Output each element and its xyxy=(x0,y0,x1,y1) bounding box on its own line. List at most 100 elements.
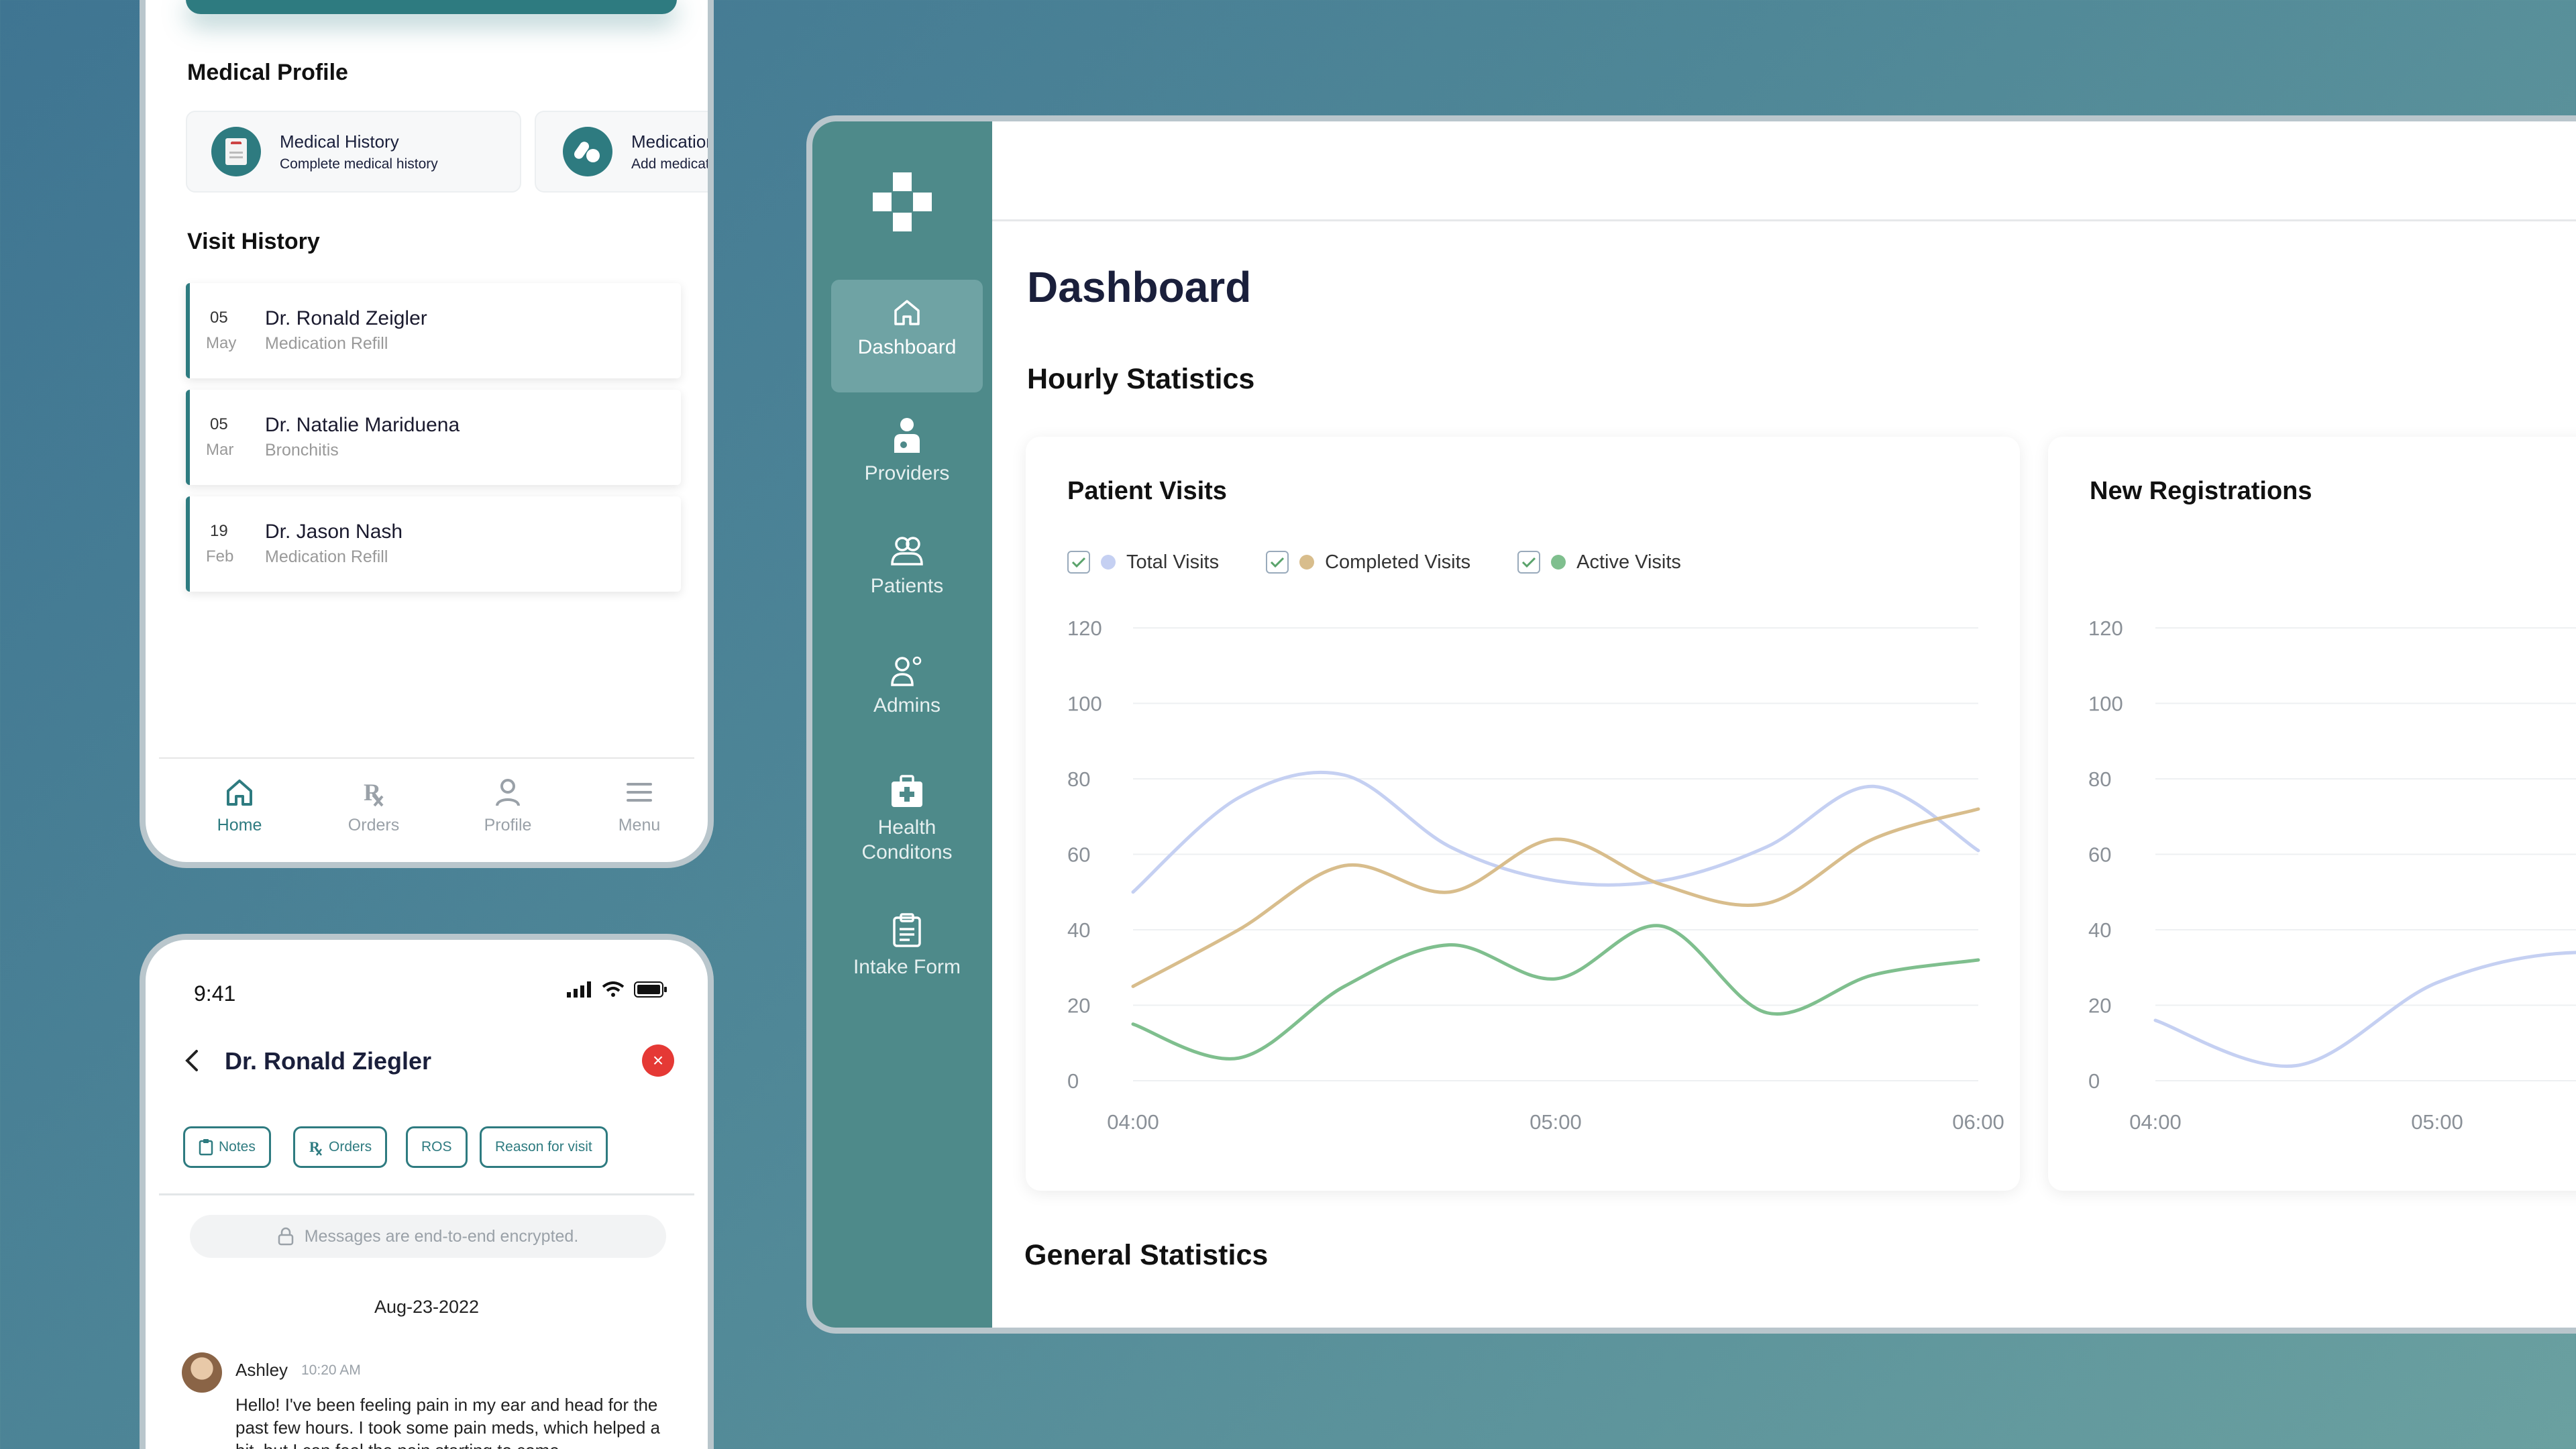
series-line xyxy=(2153,951,2576,1068)
chip-notes[interactable]: Notes xyxy=(183,1126,271,1168)
chart-title: Patient Visits xyxy=(1067,477,1227,505)
sidebar-item-health-conditions[interactable]: Health Conditons xyxy=(831,757,983,885)
chart-title: New Registrations xyxy=(2090,477,2312,505)
x-tick-label: 05:00 xyxy=(1529,1110,1582,1134)
medical-history-card[interactable]: Medical History Complete medical history xyxy=(186,111,521,193)
checkbox[interactable] xyxy=(1067,551,1090,574)
status-time: 9:41 xyxy=(194,981,236,1006)
nav-profile[interactable]: Profile xyxy=(454,777,561,835)
y-tick-label: 20 xyxy=(1067,994,1090,1018)
rx-icon: R xyxy=(309,1138,322,1156)
chip-label: Orders xyxy=(329,1139,372,1155)
legend-completed-visits[interactable]: Completed Visits xyxy=(1266,551,1470,574)
sidebar-item-intake-form[interactable]: Intake Form xyxy=(831,896,983,1008)
sidebar-item-label: Dashboard xyxy=(857,336,957,358)
y-tick-label: 40 xyxy=(2088,918,2111,942)
sidebar-item-label: Patients xyxy=(870,575,944,597)
series-line xyxy=(1131,807,1980,988)
new-registrations-panel: 02040608010012004:0005:0006:00 New Regis… xyxy=(2048,437,2576,1191)
x-tick-label: 04:00 xyxy=(2129,1110,2182,1134)
y-tick-label: 40 xyxy=(1067,918,1090,942)
series-line xyxy=(1131,770,1980,894)
y-tick-label: 0 xyxy=(1067,1069,1079,1093)
legend-label: Active Visits xyxy=(1576,551,1681,573)
chip-reason-for-visit[interactable]: Reason for visit xyxy=(480,1126,608,1168)
visit-day: 05 xyxy=(210,309,228,327)
x-tick-label: 05:00 xyxy=(2411,1110,2463,1134)
avatar xyxy=(182,1352,222,1393)
nav-label: Profile xyxy=(484,816,532,835)
back-button[interactable] xyxy=(182,1047,202,1077)
nav-divider xyxy=(159,757,694,759)
hourly-statistics-heading: Hourly Statistics xyxy=(1027,363,1255,395)
chevron-left-icon xyxy=(185,1050,198,1071)
visit-card[interactable]: 19 Feb Dr. Jason Nash Medication Refill xyxy=(186,496,681,592)
chip-orders[interactable]: R Orders xyxy=(293,1126,388,1168)
sidebar-item-providers[interactable]: Providers xyxy=(831,399,983,512)
y-tick-label: 60 xyxy=(2088,843,2111,867)
nav-menu[interactable]: Menu xyxy=(586,777,693,835)
visit-card[interactable]: 05 May Dr. Ronald Zeigler Medication Ref… xyxy=(186,283,681,378)
legend-dot xyxy=(1551,555,1566,570)
doctor-icon xyxy=(894,418,920,453)
chip-label: Notes xyxy=(219,1139,256,1155)
nav-home[interactable]: Home xyxy=(186,777,293,835)
card-subtitle: Add medication xyxy=(631,156,713,172)
nav-orders[interactable]: R Orders xyxy=(320,777,427,835)
patient-visits-panel: 0 20 40 60 80 100 120 04:00 05:00 06:00 Patient V… xyxy=(1026,437,2020,1191)
visit-card[interactable]: 05 Mar Dr. Natalie Mariduena Bronchitis xyxy=(186,390,681,485)
y-tick-label: 120 xyxy=(1067,616,1102,640)
checkbox[interactable] xyxy=(1266,551,1289,574)
legend-total-visits[interactable]: Total Visits xyxy=(1067,551,1219,574)
divider xyxy=(159,1193,694,1195)
visit-month: Mar xyxy=(206,441,234,459)
sidebar-item-label: Health Conditons xyxy=(861,816,953,863)
y-tick-label: 120 xyxy=(2088,616,2123,640)
nav-label: Orders xyxy=(347,816,400,835)
encryption-notice: Messages are end-to-end encrypted. xyxy=(190,1215,666,1258)
check-icon xyxy=(1271,557,1285,568)
pills-icon xyxy=(563,127,612,176)
wifi-icon xyxy=(602,981,625,997)
chip-ros[interactable]: ROS xyxy=(406,1126,468,1168)
message-text: Hello! I've been feeling pain in my ear … xyxy=(235,1395,661,1449)
visit-reason: Bronchitis xyxy=(265,441,339,460)
y-tick-label: 100 xyxy=(2088,692,2123,716)
chart-legend: Total Visits Completed Visits Active Vis… xyxy=(1067,551,1681,574)
medkit-icon xyxy=(892,775,922,807)
y-tick-label: 20 xyxy=(2088,994,2111,1018)
general-statistics-heading: General Statistics xyxy=(1024,1239,1269,1271)
sidebar-item-label: Intake Form xyxy=(853,956,961,978)
sidebar-item-label: Admins xyxy=(873,694,941,716)
sidebar-item-patients[interactable]: Patients xyxy=(831,519,983,631)
checkbox[interactable] xyxy=(1517,551,1541,574)
sidebar-item-admins[interactable]: Admins xyxy=(831,638,983,751)
sidebar-item-label: Providers xyxy=(864,462,950,484)
legend-active-visits[interactable]: Active Visits xyxy=(1517,551,1681,574)
y-tick-label: 60 xyxy=(1067,843,1090,867)
sidebar-item-dashboard[interactable]: Dashboard xyxy=(831,280,983,392)
medication-card[interactable]: Medication Add medication xyxy=(535,111,713,193)
lock-icon xyxy=(278,1227,293,1246)
chat-screen: 9:41 Dr. Ronald Ziegler × Notes R Orders… xyxy=(140,934,714,1449)
visit-reason: Medication Refill xyxy=(265,547,388,566)
visit-day: 05 xyxy=(210,415,228,433)
page-title: Dashboard xyxy=(1027,263,1252,311)
chat-title: Dr. Ronald Ziegler xyxy=(225,1047,432,1075)
chip-label: Reason for visit xyxy=(495,1139,592,1155)
legend-dot xyxy=(1299,555,1315,570)
users-icon xyxy=(891,537,923,566)
visit-month: May xyxy=(206,334,237,352)
top-action-bar[interactable] xyxy=(186,0,677,14)
x-tick-label: 06:00 xyxy=(1952,1110,2004,1134)
admin-dashboard-window: Dashboard Providers Patients Admins Heal… xyxy=(806,115,2576,1334)
legend-dot xyxy=(1101,555,1116,570)
battery-icon xyxy=(634,981,667,998)
medical-profile-heading: Medical Profile xyxy=(187,60,348,85)
visit-day: 19 xyxy=(210,522,228,540)
y-tick-label: 80 xyxy=(1067,767,1090,791)
y-tick-label: 0 xyxy=(2088,1069,2100,1093)
chip-label: ROS xyxy=(421,1139,452,1155)
close-button[interactable]: × xyxy=(642,1044,674,1077)
visit-doctor: Dr. Natalie Mariduena xyxy=(265,414,460,436)
